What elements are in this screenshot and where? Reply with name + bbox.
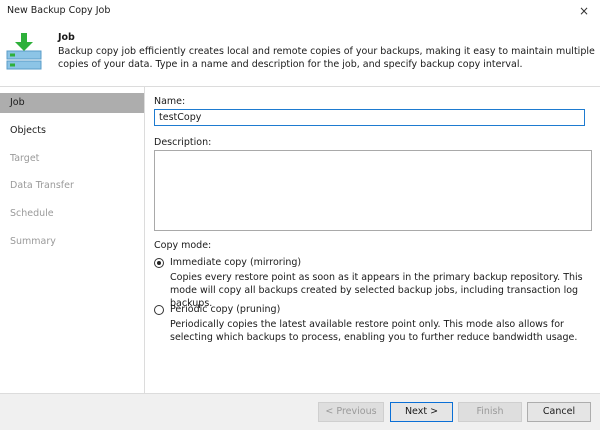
name-input[interactable]: testCopy xyxy=(154,109,585,126)
header-title: Job xyxy=(58,32,75,43)
periodic-copy-description: Periodically copies the latest available… xyxy=(170,319,578,343)
sidebar-item-schedule: Schedule xyxy=(10,208,54,219)
title-bar: New Backup Copy Job × xyxy=(0,0,600,24)
copy-mode-label: Copy mode: xyxy=(154,240,212,251)
sidebar-item-summary: Summary xyxy=(10,236,56,247)
wizard-header: Job Backup copy job efficiently creates … xyxy=(0,24,600,87)
next-button[interactable]: Next > xyxy=(390,402,453,422)
wizard-steps-sidebar: Job Objects Target Data Transfer Schedul… xyxy=(0,87,145,393)
sidebar-item-data-transfer: Data Transfer xyxy=(10,180,74,191)
window-title: New Backup Copy Job xyxy=(7,5,111,16)
cancel-button[interactable]: Cancel xyxy=(527,402,591,422)
job-settings-panel: Name: testCopy Description: Copy mode: I… xyxy=(145,87,600,393)
description-textarea[interactable] xyxy=(154,150,592,231)
sidebar-item-job[interactable]: Job xyxy=(0,93,144,113)
radio-unselected-icon[interactable] xyxy=(154,305,164,315)
wizard-footer: < Previous Next > Finish Cancel xyxy=(0,393,600,430)
radio-selected-icon[interactable] xyxy=(154,258,164,268)
sidebar-item-objects[interactable]: Objects xyxy=(0,121,144,141)
sidebar-item-target: Target xyxy=(10,153,40,164)
header-description: Backup copy job efficiently creates loca… xyxy=(58,46,595,70)
periodic-copy-label: Periodic copy (pruning) xyxy=(170,304,281,315)
previous-button: < Previous xyxy=(318,402,384,422)
close-icon[interactable]: × xyxy=(574,2,594,20)
description-label: Description: xyxy=(154,137,212,148)
immediate-copy-label: Immediate copy (mirroring) xyxy=(170,257,302,268)
finish-button: Finish xyxy=(458,402,522,422)
name-label: Name: xyxy=(154,96,186,107)
backup-copy-job-icon xyxy=(6,33,42,70)
